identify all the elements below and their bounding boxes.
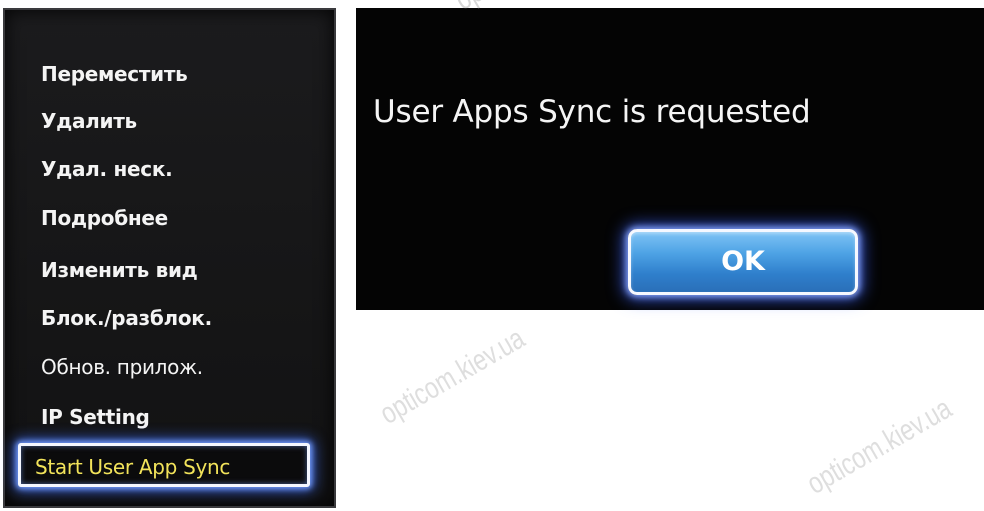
sync-request-dialog: User Apps Sync is requested OK [356, 8, 984, 310]
menu-item-update-apps[interactable]: Обнов. прилож. [41, 353, 203, 381]
menu-item-change-view[interactable]: Изменить вид [41, 256, 198, 284]
dialog-message: User Apps Sync is requested [373, 94, 811, 130]
watermark: opticom.kiev.ua [801, 391, 958, 501]
menu-item-move[interactable]: Переместить [41, 60, 188, 88]
watermark: opticom.kiev.ua [374, 321, 531, 431]
menu-item-details[interactable]: Подробнее [41, 204, 168, 232]
ok-button[interactable]: OK [628, 229, 858, 295]
context-menu-panel: Переместить Удалить Удал. неск. Подробне… [3, 8, 336, 508]
menu-item-start-user-app-sync[interactable]: Start User App Sync [18, 443, 310, 487]
menu-item-delete[interactable]: Удалить [41, 107, 137, 135]
menu-item-delete-multiple[interactable]: Удал. неск. [41, 155, 173, 183]
menu-item-ip-setting[interactable]: IP Setting [41, 403, 150, 431]
menu-item-lock-unlock[interactable]: Блок./разблок. [41, 304, 212, 332]
